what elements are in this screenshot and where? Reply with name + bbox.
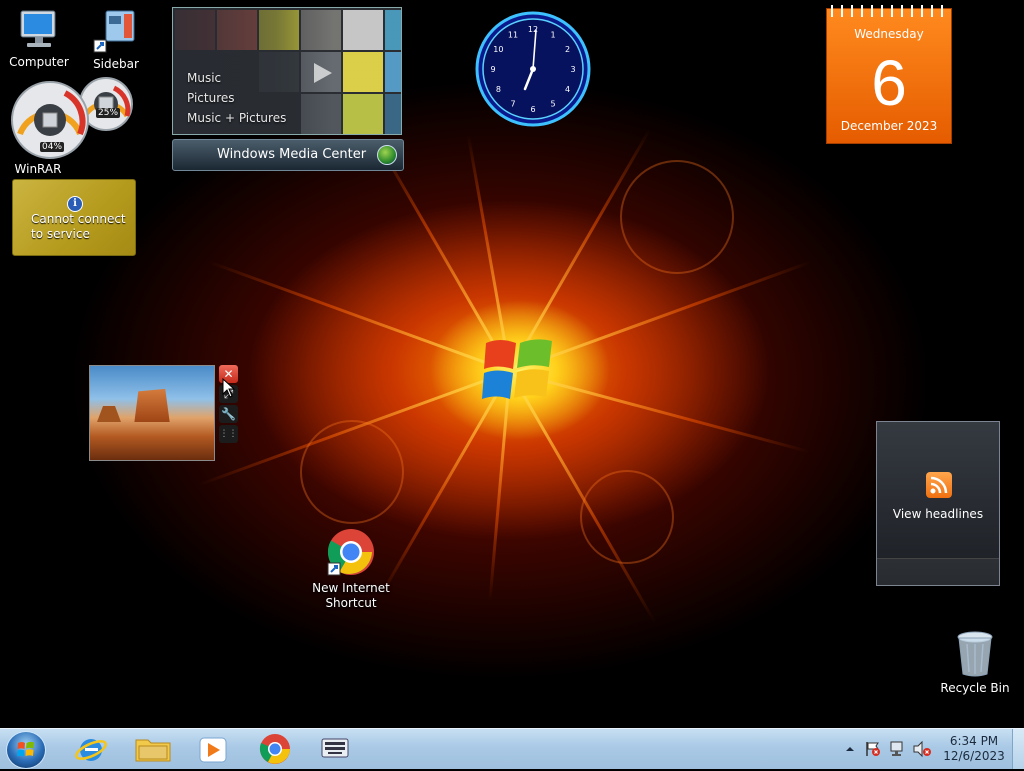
clock-gadget[interactable]: 121234567891011 <box>474 10 592 128</box>
clock-numeral: 11 <box>508 30 518 39</box>
media-center-tiles: Music Pictures Music + Pictures <box>172 7 402 135</box>
ram-usage: 25% <box>96 108 121 118</box>
media-player-icon <box>199 737 227 763</box>
view-headlines-link[interactable]: View headlines <box>877 507 999 521</box>
desktop-icon-label: Recycle Bin <box>940 681 1010 695</box>
wallpaper-swirl <box>300 420 404 524</box>
clock-numeral: 5 <box>550 100 555 109</box>
recycle-bin-icon <box>957 631 993 677</box>
taskbar-on-screen-keyboard[interactable] <box>310 731 360 767</box>
clock-numeral: 1 <box>550 30 555 39</box>
folder-icon <box>135 739 171 762</box>
internet-explorer-icon <box>75 739 107 761</box>
slideshow-gadget[interactable] <box>89 365 215 461</box>
chrome-icon <box>259 734 290 764</box>
desktop-icon-label: Computer <box>9 55 69 69</box>
show-hidden-icons-icon[interactable] <box>843 742 857 756</box>
desktop-icon-label: WinRAR <box>14 162 62 176</box>
slideshow-rock <box>97 406 121 422</box>
desktop-icon-computer[interactable]: Computer <box>1 8 77 70</box>
taskbar: 6:34 PM 12/6/2023 <box>0 728 1024 769</box>
weather-gadget[interactable]: i Cannot connect to service <box>12 179 136 256</box>
info-icon: i <box>67 196 83 212</box>
computer-icon <box>20 10 56 47</box>
mouse-pointer-icon <box>222 378 236 398</box>
media-menu-item-music[interactable]: Music <box>187 68 286 88</box>
media-menu-item-pictures[interactable]: Pictures <box>187 88 286 108</box>
desktop-icon-sidebar[interactable]: Sidebar <box>78 8 154 72</box>
wallpaper-swirl <box>580 470 674 564</box>
media-menu-item-music-pictures[interactable]: Music + Pictures <box>187 108 286 128</box>
desktop-wallpaper: Computer Sidebar WinRAR New Internet Sho… <box>0 0 1024 728</box>
clock-numeral: 7 <box>510 100 515 109</box>
clock-numeral: 6 <box>530 105 535 114</box>
weather-error-message: Cannot connect to service <box>31 212 126 242</box>
weather-message-line: Cannot connect <box>31 212 126 226</box>
windows-orb-icon <box>377 145 397 165</box>
taskbar-clock[interactable]: 6:34 PM 12/6/2023 <box>940 734 1008 764</box>
sidebar-icon <box>93 10 135 53</box>
calendar-rings <box>827 5 951 17</box>
clock-numeral: 2 <box>565 45 570 54</box>
desktop-icon-label: New Internet Shortcut <box>312 581 390 610</box>
media-center-title: Windows Media Center <box>217 147 367 162</box>
calendar-month-year: December 2023 <box>840 119 938 133</box>
start-button[interactable] <box>6 731 46 769</box>
media-center-gadget[interactable]: Music Pictures Music + Pictures Windows … <box>172 7 404 171</box>
media-center-titlebar[interactable]: Windows Media Center <box>172 139 404 171</box>
taskbar-time: 6:34 PM <box>949 734 999 748</box>
weather-message-line: to service <box>31 227 90 241</box>
calendar-weekday: Wednesday <box>854 27 924 41</box>
windows-logo-icon <box>17 741 34 757</box>
taskbar-internet-explorer[interactable] <box>68 731 118 767</box>
taskbar-chrome[interactable] <box>250 731 300 767</box>
media-center-menu: Music Pictures Music + Pictures <box>187 68 286 128</box>
wallpaper-ray <box>208 260 511 373</box>
taskbar-windows-explorer[interactable] <box>128 731 178 767</box>
calendar-gadget[interactable]: Wednesday 6 December 2023 <box>826 5 952 144</box>
clock-numeral: 8 <box>496 85 501 94</box>
clock-numeral: 4 <box>565 85 570 94</box>
cpu-usage: 04% <box>40 142 65 152</box>
taskbar-date: 12/6/2023 <box>943 749 1005 763</box>
desktop-icon-chrome-shortcut[interactable]: New Internet Shortcut <box>312 526 390 611</box>
action-center-flag-icon[interactable] <box>864 740 882 758</box>
show-desktop-button[interactable] <box>1012 729 1024 769</box>
wallpaper-swirl <box>620 160 734 274</box>
taskbar-media-player[interactable] <box>188 731 238 767</box>
volume-muted-icon[interactable] <box>912 740 932 758</box>
chrome-icon <box>327 529 374 576</box>
keyboard-icon <box>321 738 349 758</box>
wrench-icon[interactable]: 🔧 <box>219 405 238 423</box>
feed-headlines-gadget[interactable]: View headlines <box>876 421 1000 586</box>
rss-icon <box>926 472 952 498</box>
clock-numeral: 10 <box>493 45 503 54</box>
desktop-icon-label: Sidebar <box>93 57 139 71</box>
clock-numeral: 3 <box>570 65 575 74</box>
calendar-day: 6 <box>871 47 907 119</box>
drag-handle-icon[interactable]: ⋮⋮ <box>219 425 238 443</box>
clock-numeral: 9 <box>490 65 495 74</box>
desktop-icon-recycle-bin[interactable]: Recycle Bin <box>937 630 1013 696</box>
feed-footer <box>877 558 999 585</box>
play-icon <box>314 63 332 83</box>
cpu-meter-gadget[interactable]: 04% 25% <box>10 74 136 160</box>
slideshow-butte <box>134 388 170 422</box>
network-icon[interactable] <box>888 740 906 758</box>
windows-logo-icon <box>482 339 552 399</box>
